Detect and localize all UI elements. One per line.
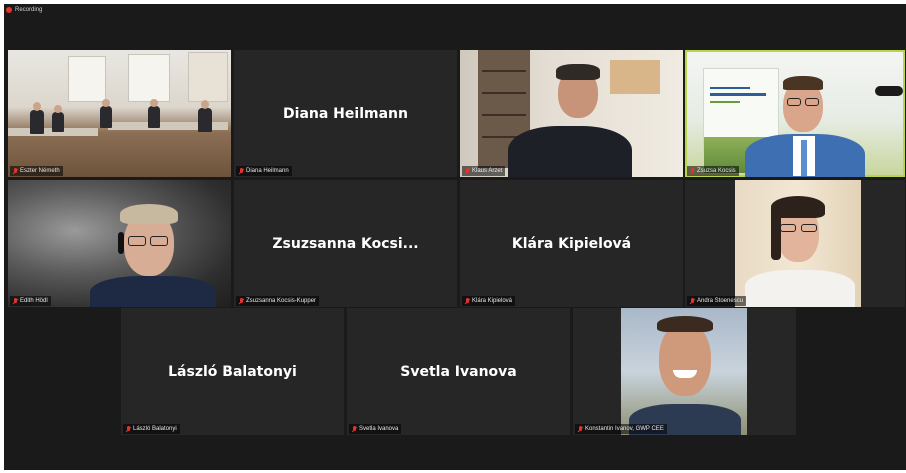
participant-name: Konstantin Ivanov, GWP CEE — [585, 426, 664, 432]
microphone-muted-icon — [465, 297, 470, 305]
microphone-muted-icon — [578, 425, 583, 433]
participant-label: Diana Heilmann — [236, 166, 292, 176]
video-tile-zsuzsanna[interactable]: Zsuzsanna Kocsi... Zsuzsanna Kocsis-Kupp… — [234, 180, 457, 307]
meeting-gallery-view: Recording Eszter Németh Diana Heilmann D… — [4, 4, 906, 470]
microphone-muted-icon — [239, 297, 244, 305]
participant-display-name: Klára Kipielová — [511, 235, 632, 252]
participant-name: Diana Heilmann — [246, 168, 289, 174]
participant-label: Klaus Arzet — [462, 166, 506, 176]
video-tile-klaus[interactable]: Klaus Arzet — [460, 50, 683, 177]
microphone-muted-icon — [465, 167, 470, 175]
participant-label: Konstantin Ivanov, GWP CEE — [575, 424, 667, 434]
participant-name: Andra Stoenescu — [697, 298, 744, 304]
recording-dot-icon — [6, 7, 12, 13]
participant-display-name: Diana Heilmann — [283, 105, 408, 122]
participant-name: Edith Hödl — [20, 298, 48, 304]
microphone-muted-icon — [690, 297, 695, 305]
video-tile-edith[interactable]: Edith Hödl — [8, 180, 231, 307]
video-tile-andra[interactable]: Andra Stoenescu — [685, 180, 905, 307]
participant-name: Zsuzsanna Kocsis-Kupper — [246, 298, 317, 304]
participant-name: Klaus Arzet — [472, 168, 503, 174]
participant-name: Eszter Németh — [20, 168, 60, 174]
participant-display-name: Svetla Ivanova — [400, 363, 517, 380]
video-tile-konstantin[interactable]: Konstantin Ivanov, GWP CEE — [573, 308, 796, 435]
video-tile-laszlo[interactable]: László Balatonyi László Balatonyi — [121, 308, 344, 435]
participant-display-name: László Balatonyi — [168, 363, 297, 380]
recording-label: Recording — [15, 7, 43, 13]
video-tile-zsuzsa[interactable]: Zsuzsa Kocsis — [685, 50, 905, 177]
video-tile-svetla[interactable]: Svetla Ivanova Svetla Ivanova — [347, 308, 570, 435]
participant-name: László Balatonyi — [133, 426, 177, 432]
microphone-muted-icon — [126, 425, 131, 433]
participant-label: László Balatonyi — [123, 424, 180, 434]
microphone-muted-icon — [690, 167, 695, 175]
video-tile-diana[interactable]: Diana Heilmann Diana Heilmann — [234, 50, 457, 177]
microphone-muted-icon — [239, 167, 244, 175]
participant-label: Zsuzsa Kocsis — [687, 166, 739, 176]
video-tile-eszter[interactable]: Eszter Németh — [8, 50, 231, 177]
participant-name: Svetla Ivanova — [359, 426, 399, 432]
recording-indicator[interactable]: Recording — [4, 4, 42, 16]
participant-label: Svetla Ivanova — [349, 424, 402, 434]
microphone-muted-icon — [13, 167, 18, 175]
participant-label: Andra Stoenescu — [687, 296, 747, 306]
participant-label: Klára Kipielová — [462, 296, 516, 306]
participant-name: Klára Kipielová — [472, 298, 513, 304]
participant-label: Zsuzsanna Kocsis-Kupper — [236, 296, 320, 306]
microphone-muted-icon — [13, 297, 18, 305]
video-tile-klara[interactable]: Klára Kipielová Klára Kipielová — [460, 180, 683, 307]
participant-label: Eszter Németh — [10, 166, 63, 176]
participant-label: Edith Hödl — [10, 296, 51, 306]
participant-display-name: Zsuzsanna Kocsi... — [272, 235, 419, 252]
microphone-muted-icon — [352, 425, 357, 433]
participant-name: Zsuzsa Kocsis — [697, 168, 736, 174]
